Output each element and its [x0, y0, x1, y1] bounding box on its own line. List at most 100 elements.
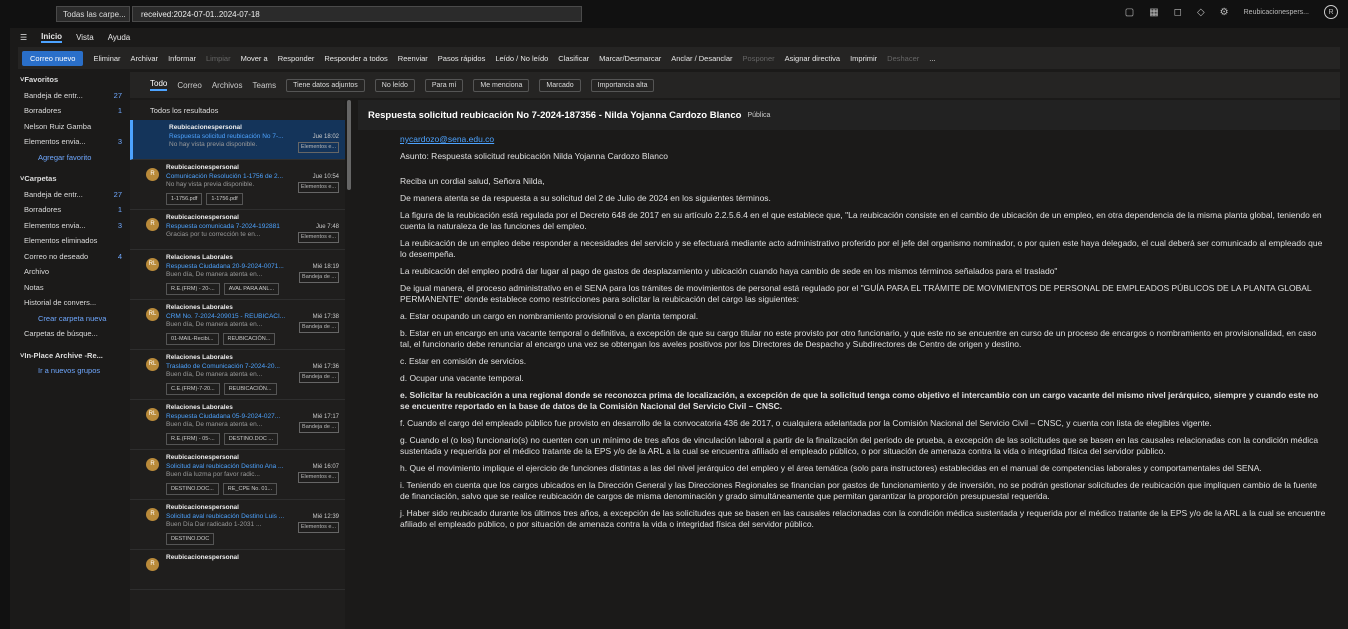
filter-tab[interactable]: Todo	[150, 79, 168, 91]
list-item[interactable]: R Reubicacionespersonal	[130, 550, 345, 590]
folder-item[interactable]: Notas	[18, 280, 128, 296]
account-name[interactable]: Reubicacionespers...	[1244, 9, 1309, 16]
attachment-chip[interactable]: R.E.(FRM) - 20-...	[166, 282, 220, 295]
filter-tab[interactable]: Correo	[177, 81, 201, 90]
list-item[interactable]: R Reubicacionespersonal Comunicación Resol…	[130, 160, 345, 210]
ribbon-button[interactable]: ...	[929, 54, 935, 63]
folder-item[interactable]: Carpetas de búsque...	[18, 326, 128, 342]
list-item[interactable]: R Reubicacionespersonal Solicitud aval reu…	[130, 450, 345, 500]
tab-vista[interactable]: Vista	[76, 33, 94, 42]
message-sender: Reubicacionespersonal	[166, 454, 239, 461]
ribbon-button[interactable]: Limpiar	[206, 54, 231, 63]
attachment-chip[interactable]: DESTINO.DOC...	[166, 482, 219, 495]
list-item[interactable]: R Reubicacionespersonal Solicitud aval reu…	[130, 500, 345, 550]
ribbon-button[interactable]: Anclar / Desanclar	[671, 54, 732, 63]
filter-chip[interactable]: Importancia alta	[590, 78, 655, 92]
ribbon-button[interactable]: Eliminar	[93, 54, 120, 63]
ribbon-button[interactable]: Asignar directiva	[785, 54, 840, 63]
attachment-chip[interactable]: R.E.(FRM) - 05-...	[166, 432, 220, 445]
ribbon-button[interactable]: Mover a	[241, 54, 268, 63]
ribbon-button[interactable]: Pasos rápidos	[438, 54, 486, 63]
body-paragraph: h. Que el movimiento implique el ejercic…	[400, 463, 1262, 473]
folder-item[interactable]: Ir a nuevos grupos	[18, 363, 128, 379]
apps-icon[interactable]: ▦	[1149, 7, 1158, 18]
filter-chip[interactable]: Marcado	[539, 78, 581, 92]
chat-icon[interactable]: ◻	[1174, 7, 1182, 18]
attachment-chip[interactable]: 1-1756.pdf	[166, 192, 203, 205]
filter-tab[interactable]: Archivos	[212, 81, 243, 90]
ribbon-button[interactable]: Responder a todos	[324, 54, 387, 63]
folder-item[interactable]: Archivo	[18, 264, 128, 280]
ribbon-button[interactable]: Archivar	[131, 54, 159, 63]
attachment-chip[interactable]: DESTINO.DOC	[166, 532, 215, 545]
sender-avatar: R	[146, 558, 159, 571]
attachment-chip[interactable]: RE_CPE No. 01...	[222, 482, 278, 495]
attachment-chip[interactable]: REUBICACIÓN...	[223, 382, 277, 395]
ribbon-button[interactable]: Leído / No leído	[495, 54, 548, 63]
search-input[interactable]: received:2024-07-01..2024-07-18	[132, 6, 582, 22]
sender-email-link[interactable]: nycardozo@sena.edu.co	[400, 134, 1328, 145]
filter-tab[interactable]: Teams	[253, 81, 277, 90]
attachment-chip[interactable]: 1-1756.pdf	[206, 192, 243, 205]
list-item[interactable]: RL Relaciones Laborales Respuesta Ciudadan…	[130, 250, 345, 300]
folder-item[interactable]: Correo no deseado 4	[18, 249, 128, 265]
folder-item[interactable]: Historial de convers...	[18, 295, 128, 311]
folder-item[interactable]: Nelson Ruiz Gamba	[18, 119, 128, 135]
attachment-chip[interactable]: DESTINO.DOC ...	[223, 432, 279, 445]
list-item[interactable]: RL Relaciones Laborales Traslado de Comuni…	[130, 350, 345, 400]
attachment-chip[interactable]: C.E.(FRM)-7-20...	[166, 382, 220, 395]
body-paragraph: i. Teniendo en cuenta que los cargos ubi…	[400, 480, 1317, 501]
message-preview: Buen Día Dar radicado 1-2031 ...	[166, 521, 262, 528]
list-scrollbar[interactable]	[347, 100, 351, 190]
folder-item[interactable]: ˅ Carpetas	[18, 171, 128, 187]
filter-chip[interactable]: No leído	[374, 78, 415, 92]
folder-item[interactable]: Elementos eliminados	[18, 233, 128, 249]
body-paragraph: La reubicación de un empleo debe respond…	[400, 238, 1323, 259]
folder-item[interactable]: Crear carpeta nueva	[18, 311, 128, 327]
avatar[interactable]: R	[1324, 5, 1338, 19]
gear-icon[interactable]: ⚙	[1220, 7, 1229, 18]
attachment-chip[interactable]: 01-MAIL-Recibi...	[166, 332, 219, 345]
message-sender: Reubicacionespersonal	[169, 124, 242, 131]
menu-icon[interactable]: ☰	[20, 33, 27, 42]
message-date: Mié 18:19	[312, 264, 339, 270]
filter-chip[interactable]: Para mí	[424, 78, 464, 92]
ribbon-button[interactable]: Posponer	[743, 54, 775, 63]
folder-item[interactable]: Bandeja de entr... 27	[18, 88, 128, 104]
folder-item[interactable]: ˅ In-Place Archive -Re...	[18, 348, 128, 364]
ribbon-button[interactable]: Clasificar	[558, 54, 589, 63]
message-date: Mié 17:38	[312, 314, 339, 320]
message-body: nycardozo@sena.edu.co Asunto: Respuesta …	[358, 130, 1340, 530]
list-item[interactable]: Reubicacionespersonal Respuesta solicitud…	[130, 120, 345, 160]
list-item[interactable]: RL Relaciones Laborales CRM No. 7-2024-209…	[130, 300, 345, 350]
filter-chip[interactable]: Me menciona	[473, 78, 530, 92]
folder-item[interactable]: Borradores 1	[18, 103, 128, 119]
visibility-badge: Pública	[747, 111, 771, 119]
ribbon-button[interactable]: Deshacer	[887, 54, 919, 63]
folder-item[interactable]: Elementos envia... 3	[18, 134, 128, 150]
folder-item[interactable]: Elementos envia... 3	[18, 218, 128, 234]
list-item[interactable]: RL Relaciones Laborales Respuesta Ciudadan…	[130, 400, 345, 450]
bell-icon[interactable]: ◇	[1197, 7, 1205, 18]
ribbon-button[interactable]: Reenviar	[398, 54, 428, 63]
message-preview: Buen día, De manera atenta en...	[166, 271, 263, 278]
attachment-chip[interactable]: REUBICACIÓN...	[222, 332, 276, 345]
filter-chip[interactable]: Tiene datos adjuntos	[286, 78, 365, 92]
search-scope-dropdown[interactable]: Todas las carpe...	[56, 6, 130, 22]
ribbon-button[interactable]: Imprimir	[850, 54, 877, 63]
attachment-chip[interactable]: AVAL PARA ANL...	[223, 282, 280, 295]
calendar-icon[interactable]: ▢	[1125, 7, 1134, 18]
ribbon-button[interactable]: Marcar/Desmarcar	[599, 54, 661, 63]
folder-tag: Elementos e...	[297, 142, 339, 153]
ribbon-button[interactable]: Responder	[278, 54, 315, 63]
list-item[interactable]: R Reubicacionespersonal Respuesta comunica…	[130, 210, 345, 250]
message-date: Jue 18:02	[312, 134, 339, 140]
tab-ayuda[interactable]: Ayuda	[108, 33, 131, 42]
folder-item[interactable]: Borradores 1	[18, 202, 128, 218]
ribbon-button[interactable]: Informar	[168, 54, 196, 63]
folder-item[interactable]: Agregar favorito	[18, 150, 128, 166]
tab-inicio[interactable]: Inicio	[41, 32, 63, 43]
folder-item[interactable]: Bandeja de entr... 27	[18, 187, 128, 203]
new-mail-button[interactable]: Correo nuevo	[22, 50, 84, 66]
folder-item[interactable]: ˅ Favoritos	[18, 72, 128, 88]
